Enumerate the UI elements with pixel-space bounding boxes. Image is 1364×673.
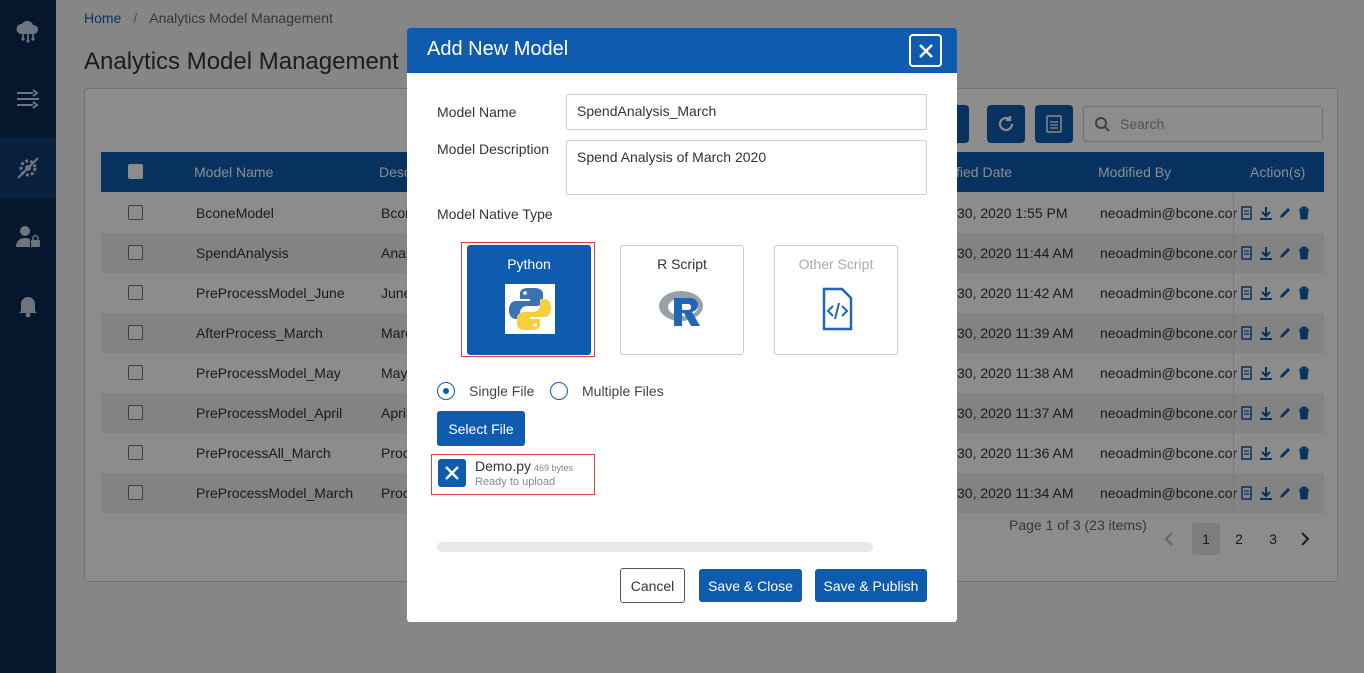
type-card-python-label: Python [507, 256, 551, 272]
save-close-button[interactable]: Save & Close [699, 569, 802, 602]
save-publish-button[interactable]: Save & Publish [815, 569, 927, 602]
model-description-textarea[interactable]: Spend Analysis of March 2020 [566, 140, 927, 195]
file-size: 469 bytes [534, 463, 574, 473]
type-card-r-label: R Script [657, 256, 707, 272]
cancel-button[interactable]: Cancel [620, 568, 685, 603]
dialog-close-button[interactable] [909, 34, 942, 67]
upload-progress-bar [437, 542, 873, 552]
multiple-files-label[interactable]: Multiple Files [582, 383, 664, 399]
close-icon [445, 466, 459, 480]
select-file-button[interactable]: Select File [437, 411, 525, 446]
python-logo-icon [505, 284, 555, 334]
remove-file-button[interactable] [438, 459, 466, 487]
single-file-label[interactable]: Single File [469, 383, 534, 399]
type-card-other-label: Other Script [798, 256, 874, 272]
add-model-dialog: Add New Model Model Name SpendAnalysis_M… [407, 28, 957, 622]
type-card-python[interactable]: Python [467, 245, 591, 355]
native-type-label: Model Native Type [437, 206, 553, 222]
close-icon [918, 43, 933, 58]
file-status: Ready to upload [475, 476, 556, 488]
dialog-header: Add New Model [407, 28, 957, 73]
uploaded-file-item: Demo.py 469 bytes Ready to upload [431, 454, 595, 495]
model-description-label: Model Description [437, 141, 550, 157]
model-name-input[interactable]: SpendAnalysis_March [566, 94, 927, 130]
r-logo-icon [659, 291, 703, 326]
type-card-r-script[interactable]: R Script [620, 245, 744, 355]
multiple-files-radio[interactable] [550, 382, 568, 400]
single-file-radio[interactable] [437, 382, 455, 400]
dialog-title: Add New Model [427, 38, 569, 60]
model-name-label: Model Name [437, 104, 517, 120]
type-card-other-script[interactable]: Other Script [774, 245, 898, 355]
file-name-text: Demo.py [475, 458, 532, 474]
code-file-icon [822, 287, 853, 331]
file-name: Demo.py 469 bytes [475, 458, 573, 474]
